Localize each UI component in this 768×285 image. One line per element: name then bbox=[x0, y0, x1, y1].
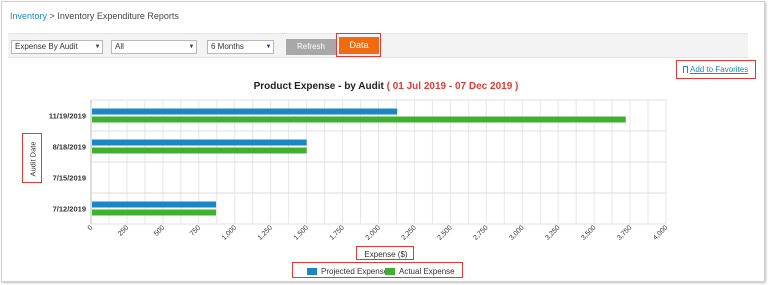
breadcrumb-separator: > bbox=[49, 11, 55, 21]
x-tick-label: 2,500 bbox=[436, 224, 453, 241]
favorites-highlight bbox=[676, 60, 756, 79]
chart-title: Product Expense - by Audit ( 01 Jul 2019… bbox=[2, 81, 768, 92]
chart-date-range-text: 01 Jul 2019 - 07 Dec 2019 bbox=[392, 81, 513, 92]
x-tick-label: 3,250 bbox=[544, 224, 561, 241]
bar-actual bbox=[92, 116, 626, 123]
x-tick-label: 250 bbox=[117, 224, 130, 237]
breadcrumb-inventory-link[interactable]: Inventory bbox=[10, 11, 47, 21]
y-axis-label-highlight bbox=[22, 133, 42, 183]
x-tick-label: 3,000 bbox=[508, 224, 525, 241]
report-panel: Inventory > Inventory Expenditure Report… bbox=[1, 1, 765, 282]
x-tick-label: 2,750 bbox=[472, 224, 489, 241]
chevron-down-icon: ▼ bbox=[264, 41, 273, 53]
chevron-down-icon: ▼ bbox=[187, 41, 196, 53]
chevron-down-icon: ▼ bbox=[93, 41, 102, 53]
filter-select[interactable]: All ▼ bbox=[111, 40, 197, 54]
bar-actual bbox=[92, 209, 217, 216]
x-tick-label: 1,000 bbox=[221, 224, 238, 241]
x-tick-label: 750 bbox=[189, 224, 202, 237]
breadcrumb: Inventory > Inventory Expenditure Report… bbox=[10, 11, 179, 21]
chart-title-text: Product Expense - by Audit bbox=[253, 81, 384, 92]
report-type-value: Expense By Audit bbox=[15, 42, 78, 51]
breadcrumb-current: Inventory Expenditure Reports bbox=[57, 11, 179, 21]
expense-bar-chart: 11/19/2019 8/18/2019 7/15/2019 7/12/2019 0 25… bbox=[49, 99, 669, 242]
y-tick-label: 8/18/2019 bbox=[53, 143, 86, 152]
bar-projected bbox=[92, 201, 217, 208]
bar-projected bbox=[92, 139, 307, 146]
filter-value: All bbox=[115, 42, 124, 51]
y-tick-label: 7/12/2019 bbox=[53, 205, 86, 214]
bar-projected bbox=[92, 108, 398, 115]
x-tick-label: 2,250 bbox=[401, 224, 418, 241]
x-tick-label: 1,250 bbox=[257, 224, 274, 241]
x-tick-label: 1,750 bbox=[329, 224, 346, 241]
x-tick-label: 3,750 bbox=[616, 224, 633, 241]
y-tick-label: 7/15/2019 bbox=[53, 174, 86, 183]
x-tick-label: 4,000 bbox=[652, 224, 669, 241]
period-value: 6 Months bbox=[211, 42, 244, 51]
x-tick-label: 3,500 bbox=[580, 224, 597, 241]
x-tick-label: 0 bbox=[87, 224, 95, 232]
x-axis-label-highlight bbox=[356, 246, 414, 260]
x-tick-label: 1,500 bbox=[293, 224, 310, 241]
report-type-select[interactable]: Expense By Audit ▼ bbox=[11, 40, 103, 54]
bar-actual bbox=[92, 147, 307, 154]
x-tick-label: 2,000 bbox=[365, 224, 382, 241]
y-tick-label: 11/19/2019 bbox=[49, 112, 86, 121]
refresh-button[interactable]: Refresh bbox=[286, 39, 336, 55]
legend-highlight bbox=[292, 262, 463, 278]
x-tick-label: 500 bbox=[153, 224, 166, 237]
period-select[interactable]: 6 Months ▼ bbox=[207, 40, 274, 54]
chart-date-range: ( 01 Jul 2019 - 07 Dec 2019 ) bbox=[386, 81, 519, 92]
data-button-highlight bbox=[336, 33, 381, 57]
